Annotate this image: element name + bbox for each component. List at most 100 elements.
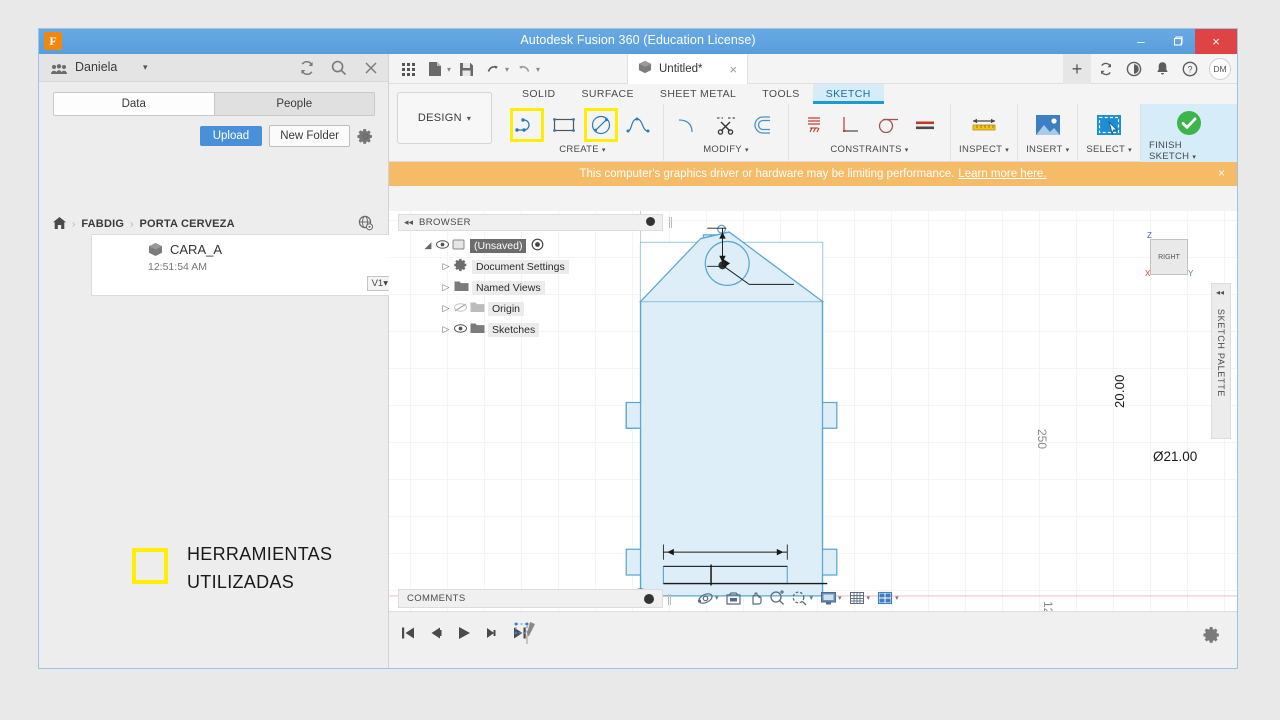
view-cube[interactable]: Z X Y RIGHT bbox=[1144, 231, 1193, 281]
step-forward-icon[interactable] bbox=[483, 624, 501, 642]
display-settings-icon[interactable] bbox=[818, 588, 838, 608]
new-folder-button[interactable]: New Folder bbox=[269, 125, 350, 147]
banner-learn-more-link[interactable]: Learn more here. bbox=[958, 168, 1046, 180]
tree-node-document-settings[interactable]: ▷ Document Settings bbox=[398, 256, 663, 277]
ribbon-group-label-inspect[interactable]: INSPECT ▾ bbox=[959, 144, 1009, 155]
horizontal-vertical-constraint-icon[interactable] bbox=[834, 108, 868, 142]
document-tab-close-icon[interactable]: × bbox=[729, 62, 737, 77]
component-activate-radio-icon[interactable] bbox=[531, 238, 544, 254]
breadcrumb-item-fabdig[interactable]: FABDIG bbox=[81, 218, 124, 230]
workspace-switcher-button[interactable]: DESIGN ▾ bbox=[397, 92, 492, 144]
spline-tool-icon[interactable] bbox=[621, 108, 655, 142]
tree-node-named-views[interactable]: ▷ Named Views bbox=[398, 277, 663, 298]
new-file-icon[interactable] bbox=[423, 57, 447, 81]
trim-scissors-icon[interactable] bbox=[709, 108, 743, 142]
tab-solid[interactable]: SOLID bbox=[509, 84, 569, 104]
pan-icon[interactable] bbox=[746, 588, 766, 608]
close-panel-icon[interactable] bbox=[362, 59, 380, 77]
dimension-label-250[interactable]: 250 bbox=[1035, 429, 1049, 449]
job-status-icon[interactable] bbox=[1121, 56, 1147, 82]
tab-sketch[interactable]: SKETCH bbox=[812, 84, 884, 104]
restore-button[interactable] bbox=[1159, 29, 1195, 54]
dimension-label-diameter-21[interactable]: Ø21.00 bbox=[1153, 449, 1197, 464]
tab-sheet-metal[interactable]: SHEET METAL bbox=[647, 84, 749, 104]
expand-arrow-icon[interactable]: ▷ bbox=[438, 303, 454, 314]
dimension-label-125[interactable]: 125 bbox=[1041, 601, 1055, 611]
insert-image-icon[interactable] bbox=[1031, 108, 1065, 142]
finish-sketch-check-icon[interactable] bbox=[1172, 106, 1206, 140]
ribbon-group-label-insert[interactable]: INSERT ▾ bbox=[1026, 144, 1069, 155]
ribbon-group-label-modify[interactable]: MODIFY ▾ bbox=[703, 144, 749, 155]
orbit-chevron-down-icon[interactable]: ▾ bbox=[715, 594, 719, 602]
expand-arrow-icon[interactable]: ▷ bbox=[438, 324, 454, 335]
ribbon-group-label-finish-sketch[interactable]: FINISH SKETCH ▾ bbox=[1149, 140, 1229, 162]
rectangle-tool-icon[interactable] bbox=[547, 108, 581, 142]
avatar[interactable]: DM bbox=[1209, 58, 1231, 80]
upload-button[interactable]: Upload bbox=[199, 126, 263, 146]
tangent-constraint-icon[interactable] bbox=[871, 108, 905, 142]
undo-chevron-down-icon[interactable]: ▾ bbox=[505, 65, 509, 74]
visibility-eye-icon[interactable] bbox=[454, 323, 470, 336]
home-icon[interactable] bbox=[53, 216, 66, 232]
globe-icon[interactable] bbox=[358, 215, 374, 231]
breadcrumb-item-porta-cerveza[interactable]: PORTA CERVEZA bbox=[139, 218, 234, 230]
user-name-label[interactable]: Daniela bbox=[75, 60, 117, 74]
banner-close-icon[interactable]: × bbox=[1218, 166, 1225, 180]
expand-arrow-icon[interactable]: ▷ bbox=[438, 261, 454, 272]
line-tool-icon[interactable] bbox=[510, 107, 544, 142]
sketch-dimension-icon[interactable] bbox=[797, 108, 831, 142]
tab-people[interactable]: People bbox=[213, 93, 374, 115]
ribbon-group-label-create[interactable]: CREATE ▾ bbox=[559, 144, 605, 155]
grid-apps-icon[interactable] bbox=[396, 57, 420, 81]
browser-pin-icon[interactable] bbox=[646, 217, 655, 226]
new-tab-button[interactable]: + bbox=[1063, 54, 1091, 84]
ribbon-group-label-constraints[interactable]: CONSTRAINTS ▾ bbox=[830, 144, 908, 155]
tab-tools[interactable]: TOOLS bbox=[749, 84, 812, 104]
viewports-chevron-down-icon[interactable]: ▾ bbox=[895, 594, 899, 602]
tab-data[interactable]: Data bbox=[54, 93, 214, 115]
browser-collapse-icon[interactable]: ◂◂ bbox=[404, 217, 413, 228]
help-icon[interactable]: ? bbox=[1177, 56, 1203, 82]
ribbon-group-label-select[interactable]: SELECT ▾ bbox=[1086, 144, 1132, 155]
tab-surface[interactable]: SURFACE bbox=[569, 84, 647, 104]
look-at-icon[interactable] bbox=[724, 588, 744, 608]
step-back-icon[interactable] bbox=[427, 624, 445, 642]
expand-arrow-icon[interactable]: ▷ bbox=[438, 282, 454, 293]
undo-icon[interactable] bbox=[481, 57, 505, 81]
visibility-eye-off-icon[interactable] bbox=[454, 302, 470, 315]
comments-panel[interactable]: COMMENTS bbox=[398, 589, 671, 608]
fillet-tool-icon[interactable] bbox=[672, 108, 706, 142]
document-tab[interactable]: Untitled* × bbox=[627, 54, 749, 84]
comments-resize-grip[interactable] bbox=[668, 594, 671, 605]
sketch-palette-collapse-icon[interactable]: ◂◂ bbox=[1216, 288, 1224, 297]
circle-tool-icon[interactable] bbox=[584, 107, 618, 142]
file-card-cara-a[interactable]: CARA_A 12:51:54 AM V1▾ bbox=[91, 234, 399, 296]
visibility-eye-icon[interactable] bbox=[436, 239, 452, 252]
grid-snaps-icon[interactable] bbox=[847, 588, 867, 608]
gear-icon[interactable] bbox=[357, 128, 374, 145]
display-chevron-down-icon[interactable]: ▾ bbox=[838, 594, 842, 602]
jump-to-beginning-icon[interactable] bbox=[399, 624, 417, 642]
dimension-label-20[interactable]: 20.00 bbox=[1112, 374, 1127, 408]
grid-chevron-down-icon[interactable]: ▾ bbox=[867, 594, 871, 602]
offset-tool-icon[interactable] bbox=[746, 108, 780, 142]
refresh-icon[interactable] bbox=[298, 59, 316, 77]
sketch-palette-panel[interactable]: ◂◂ SKETCH PALETTE bbox=[1211, 283, 1231, 439]
zoom-chevron-down-icon[interactable]: ▾ bbox=[810, 594, 814, 602]
close-button[interactable]: × bbox=[1195, 29, 1237, 54]
play-icon[interactable] bbox=[455, 624, 473, 642]
view-cube-face-right[interactable]: RIGHT bbox=[1150, 239, 1188, 275]
refresh-icon[interactable] bbox=[1093, 56, 1119, 82]
gear-icon[interactable] bbox=[1203, 626, 1221, 644]
viewports-icon[interactable] bbox=[875, 588, 895, 608]
zoom-window-icon[interactable] bbox=[790, 588, 810, 608]
tree-node-sketches[interactable]: ▷ Sketches bbox=[398, 319, 663, 340]
tree-node-unsaved[interactable]: ◢ (Unsaved) bbox=[398, 235, 663, 256]
orbit-icon[interactable] bbox=[695, 588, 715, 608]
zoom-icon[interactable] bbox=[768, 588, 788, 608]
user-menu-chevron-down-icon[interactable]: ▾ bbox=[143, 62, 148, 73]
minimize-button[interactable]: – bbox=[1123, 29, 1159, 54]
sketch-feature-icon[interactable] bbox=[514, 620, 540, 646]
comments-pin-icon[interactable] bbox=[644, 594, 654, 604]
notifications-bell-icon[interactable] bbox=[1149, 56, 1175, 82]
